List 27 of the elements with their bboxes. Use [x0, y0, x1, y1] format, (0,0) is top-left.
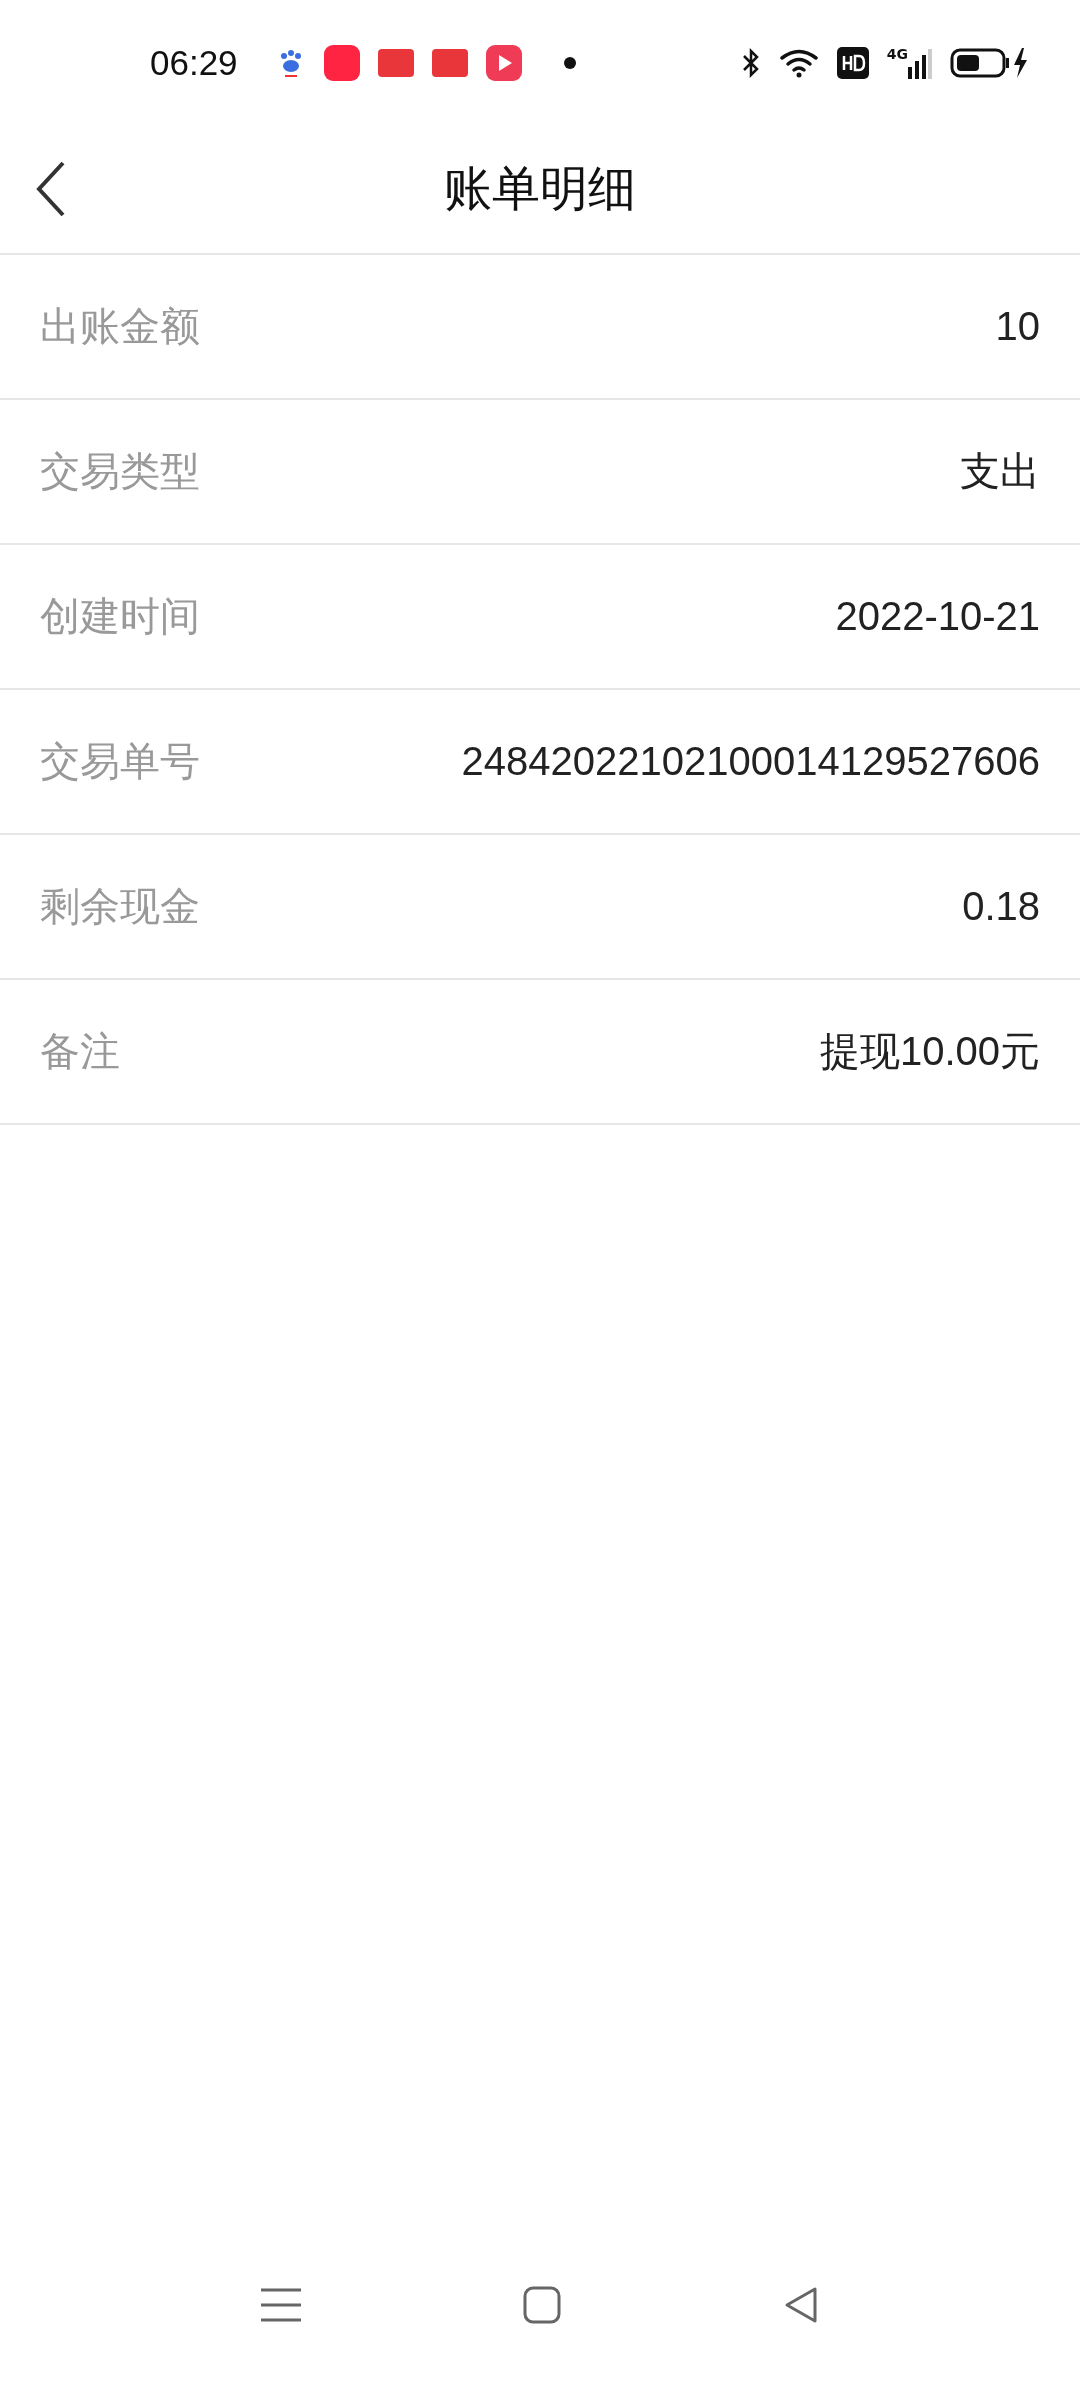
- field-label: 创建时间: [40, 592, 200, 641]
- field-value: 提现10.00元: [819, 1028, 1040, 1075]
- back-icon[interactable]: [783, 2286, 819, 2324]
- hd-icon: [836, 46, 869, 79]
- signal-icon: [908, 46, 932, 79]
- menu-icon[interactable]: [261, 2288, 301, 2322]
- field-value: 支出: [960, 448, 1040, 495]
- home-icon[interactable]: [523, 2286, 561, 2324]
- field-label: 备注: [40, 1027, 120, 1076]
- battery-charging-icon: [950, 45, 1030, 80]
- field-value: 24842022102100014129527606: [461, 739, 1040, 784]
- app-icon: [323, 44, 360, 81]
- field-label: 交易单号: [40, 737, 200, 786]
- field-label: 剩余现金: [40, 882, 200, 931]
- play-icon: [485, 44, 522, 81]
- status-time: 06:29: [150, 42, 238, 83]
- field-label: 出账金额: [40, 302, 200, 351]
- back-icon[interactable]: [36, 161, 66, 217]
- field-value: 2022-10-21: [835, 594, 1040, 639]
- network-type: 4G: [886, 46, 908, 61]
- field-label: 交易类型: [40, 447, 200, 496]
- field-value: 10: [995, 304, 1040, 349]
- field-value: 0.18: [962, 884, 1040, 929]
- wifi-icon: [778, 47, 819, 78]
- page-title: 账单明细: [444, 159, 636, 218]
- dot-icon: [563, 56, 576, 69]
- bluetooth-icon: [740, 46, 761, 79]
